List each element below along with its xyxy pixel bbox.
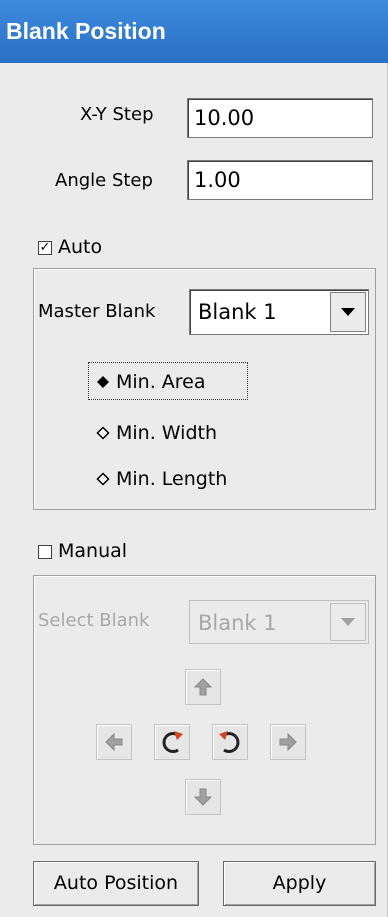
move-up-button[interactable]	[185, 669, 221, 705]
select-blank-value: Blank 1	[198, 611, 277, 635]
arrow-down-icon	[193, 788, 213, 806]
rotate-counterclockwise-icon	[219, 731, 240, 753]
radio-min-length-label: Min. Length	[116, 468, 228, 490]
master-blank-value: Blank 1	[198, 300, 277, 324]
radio-min-width-label: Min. Width	[116, 422, 217, 444]
radio-min-area[interactable]: Min. Area	[96, 371, 206, 393]
auto-checkbox[interactable]: ✓	[38, 241, 52, 255]
auto-group: Master Blank Blank 1 Min. Area Min. Widt…	[33, 268, 376, 510]
radio-unselected-icon	[96, 426, 110, 440]
manual-group: Select Blank Blank 1	[33, 575, 376, 845]
xy-step-label: X-Y Step	[80, 104, 154, 125]
master-blank-select[interactable]: Blank 1	[189, 289, 369, 335]
xy-step-input[interactable]: 10.00	[187, 98, 373, 138]
angle-step-label: Angle Step	[55, 170, 153, 191]
blank-position-panel: Blank Position X-Y Step 10.00 Angle Step…	[0, 0, 388, 917]
radio-unselected-icon	[96, 472, 110, 486]
rotate-clockwise-button[interactable]	[154, 724, 190, 760]
manual-checkbox[interactable]	[38, 545, 52, 559]
move-down-button[interactable]	[185, 779, 221, 815]
select-blank-select[interactable]: Blank 1	[189, 600, 369, 644]
move-right-button[interactable]	[270, 724, 306, 760]
arrow-left-icon	[105, 732, 123, 752]
arrow-right-icon	[279, 732, 297, 752]
radio-selected-icon	[97, 376, 109, 388]
arrow-up-icon	[193, 678, 213, 696]
chevron-down-icon[interactable]	[330, 292, 366, 332]
master-blank-label: Master Blank	[38, 301, 156, 322]
chevron-down-icon[interactable]	[330, 603, 366, 641]
auto-label: Auto	[58, 236, 103, 258]
angle-step-input[interactable]: 1.00	[187, 160, 373, 200]
panel-title: Blank Position	[0, 0, 388, 63]
move-left-button[interactable]	[96, 724, 132, 760]
apply-button[interactable]: Apply	[223, 861, 376, 906]
auto-position-button[interactable]: Auto Position	[33, 861, 199, 906]
rotate-clockwise-icon	[162, 731, 183, 753]
manual-label: Manual	[58, 540, 128, 562]
radio-min-area-label: Min. Area	[116, 371, 206, 393]
select-blank-label: Select Blank	[38, 610, 150, 631]
rotate-counterclockwise-button[interactable]	[212, 724, 248, 760]
radio-min-width[interactable]: Min. Width	[96, 422, 217, 444]
radio-min-length[interactable]: Min. Length	[96, 468, 227, 490]
